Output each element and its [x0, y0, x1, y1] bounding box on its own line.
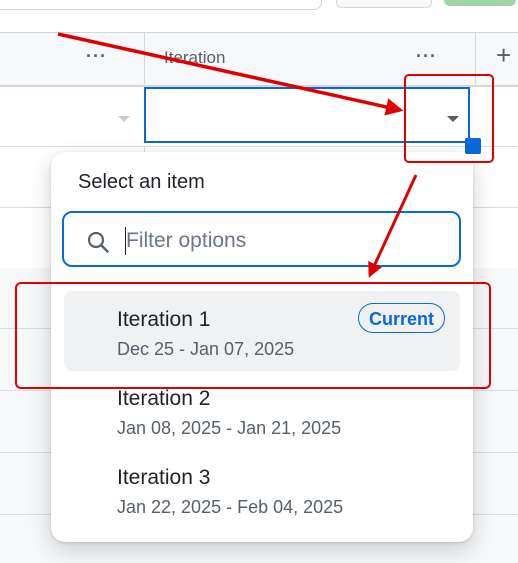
option-name: Iteration 2	[117, 387, 211, 410]
iteration-column-menu-icon[interactable]: ···	[416, 46, 437, 67]
iteration-column-header[interactable]: Iteration	[164, 48, 225, 68]
dropdown-title: Select an item	[78, 171, 205, 193]
toolbar-input[interactable]	[0, 0, 322, 10]
column-divider	[475, 32, 476, 84]
table-header-row	[0, 32, 518, 87]
option-dates: Jan 08, 2025 - Jan 21, 2025	[117, 418, 342, 438]
column-menu-icon[interactable]: ···	[86, 46, 107, 67]
fill-handle[interactable]	[465, 138, 481, 154]
column-divider	[144, 32, 145, 84]
current-badge: Current	[358, 303, 446, 333]
search-icon	[87, 231, 109, 253]
option-dates: Dec 25 - Jan 07, 2025	[117, 339, 295, 359]
option-name: Iteration 3	[117, 466, 211, 489]
toolbar-primary-button[interactable]	[444, 0, 516, 6]
chevron-down-icon[interactable]	[118, 116, 130, 122]
row-divider	[0, 146, 518, 147]
filter-options-input[interactable]	[126, 226, 446, 256]
option-dates: Jan 22, 2025 - Feb 04, 2025	[117, 497, 344, 517]
iteration-cell-editor[interactable]	[144, 87, 470, 143]
toolbar-button[interactable]	[336, 0, 432, 8]
chevron-down-icon[interactable]	[447, 116, 459, 122]
add-column-icon[interactable]: +	[496, 40, 511, 71]
option-name: Iteration 1	[117, 308, 211, 331]
